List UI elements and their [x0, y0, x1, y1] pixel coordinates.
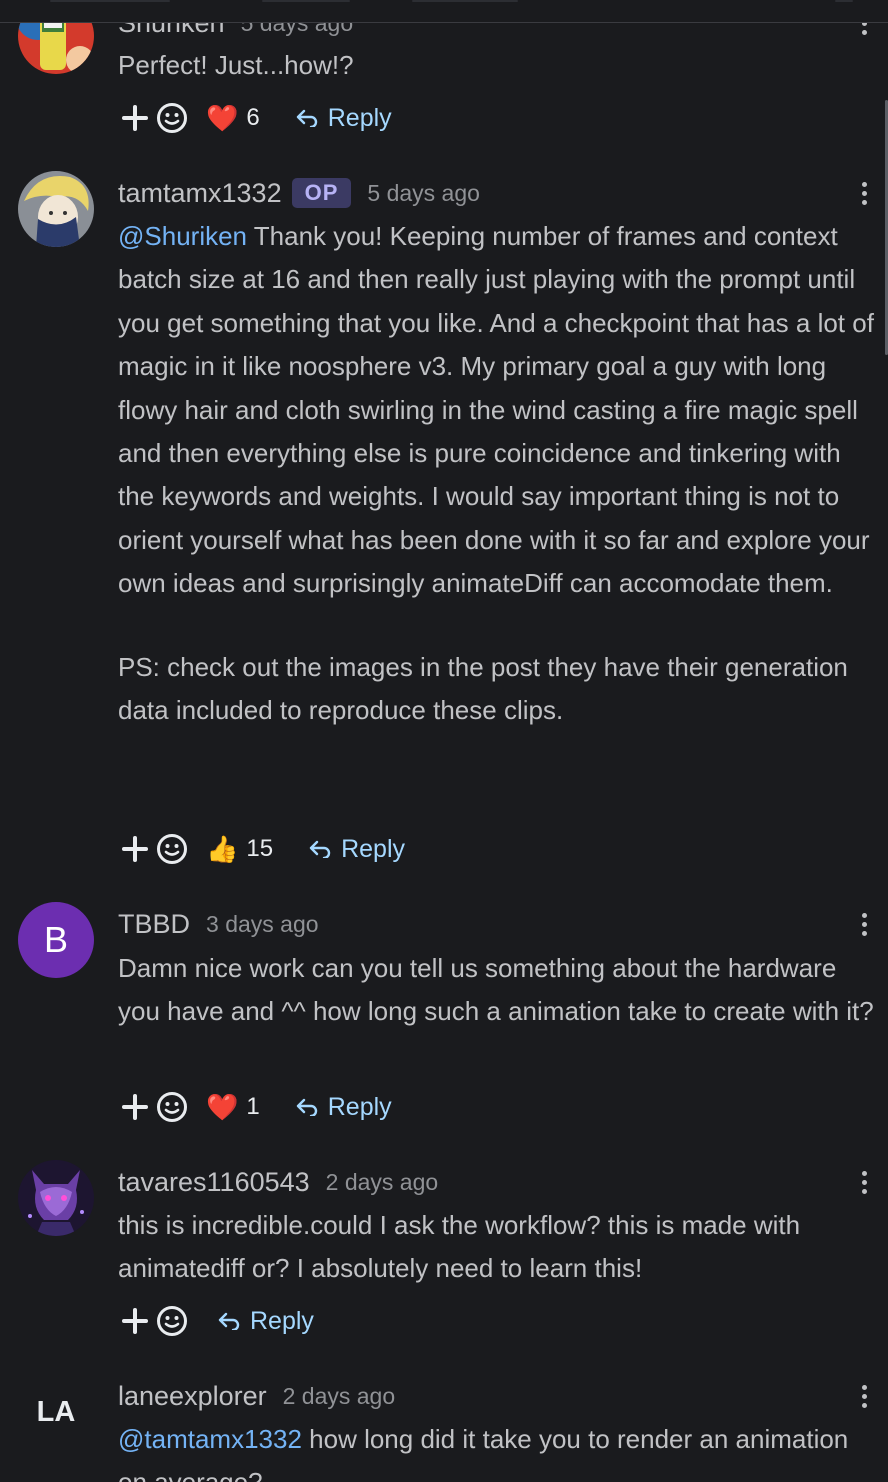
- comment-header: TBBD 3 days ago: [118, 906, 319, 942]
- reaction-count: 1: [246, 1093, 260, 1120]
- reaction-heart[interactable]: ❤️ 6: [206, 104, 260, 132]
- avatar[interactable]: [18, 171, 94, 247]
- comment-body: this is incredible.could I ask the workf…: [118, 1204, 883, 1291]
- avatar-letter: B: [43, 919, 68, 960]
- reply-label: Reply: [250, 1306, 314, 1335]
- comments-page: Shuriken 5 days ago Perfect! Just...how!…: [0, 0, 888, 1482]
- comment-text: this is incredible.could I ask the workf…: [118, 1210, 801, 1284]
- reply-button[interactable]: Reply: [218, 1307, 314, 1336]
- user-mention[interactable]: @Shuriken: [118, 221, 247, 251]
- add-reaction-icon[interactable]: [122, 1308, 148, 1334]
- user-mention[interactable]: @tamtamx1332: [118, 1424, 302, 1454]
- comment-body: @tamtamx1332 how long did it take you to…: [118, 1418, 883, 1482]
- timestamp: 5 days ago: [367, 179, 480, 206]
- username[interactable]: TBBD: [118, 909, 190, 940]
- thumbs-up-emoji: 👍: [206, 834, 239, 864]
- comment-header: tavares1160543 2 days ago: [118, 1164, 438, 1200]
- more-vertical-icon[interactable]: [853, 1379, 875, 1413]
- comment-header: laneexplorer 2 days ago: [118, 1378, 395, 1414]
- add-reaction-icon[interactable]: [122, 1094, 148, 1120]
- more-vertical-icon[interactable]: [853, 907, 875, 941]
- smiley-icon[interactable]: [156, 102, 188, 134]
- smiley-icon[interactable]: [156, 1091, 188, 1123]
- reply-arrow-icon: [218, 1312, 240, 1330]
- comment-header: tamtamx1332 OP 5 days ago: [118, 175, 480, 211]
- heart-emoji: ❤️: [206, 103, 239, 133]
- timestamp: 2 days ago: [325, 1168, 439, 1195]
- timestamp: 3 days ago: [206, 910, 319, 937]
- username[interactable]: laneexplorer: [118, 1381, 267, 1412]
- username[interactable]: tamtamx1332: [118, 178, 282, 209]
- avatar[interactable]: [18, 1160, 94, 1236]
- comment-body: @Shuriken Thank you! Keeping number of f…: [118, 215, 883, 732]
- comment-text: Damn nice work can you tell us something…: [118, 953, 874, 1027]
- timestamp: 2 days ago: [282, 1382, 396, 1409]
- comment-postscript: PS: check out the images in the post the…: [118, 651, 848, 726]
- username[interactable]: tavares1160543: [118, 1167, 310, 1198]
- avatar-initials: LA: [36, 1395, 76, 1428]
- reply-arrow-icon: [309, 840, 331, 858]
- reaction-thumbs-up[interactable]: 👍 15: [206, 835, 273, 863]
- more-vertical-icon[interactable]: [853, 176, 875, 210]
- comment-text: Perfect! Just...how!?: [118, 50, 354, 80]
- reaction-count: 15: [246, 835, 274, 862]
- smiley-icon[interactable]: [156, 1305, 188, 1337]
- add-reaction-icon[interactable]: [122, 836, 148, 862]
- comment-text: @Shuriken Thank you! Keeping number of f…: [118, 221, 874, 599]
- reply-button[interactable]: Reply: [296, 1093, 392, 1122]
- reply-label: Reply: [327, 1092, 392, 1121]
- avatar[interactable]: LA: [18, 1392, 94, 1432]
- comment-actions: ❤️ 1 Reply: [118, 1087, 392, 1127]
- reply-button[interactable]: Reply: [309, 835, 405, 864]
- reaction-count: 6: [246, 104, 260, 131]
- heart-emoji: ❤️: [206, 1092, 239, 1122]
- comment-actions: ❤️ 6 Reply: [118, 98, 392, 138]
- add-reaction-icon[interactable]: [122, 105, 148, 131]
- smiley-icon[interactable]: [156, 833, 188, 865]
- reply-arrow-icon: [296, 109, 317, 127]
- reply-button[interactable]: Reply: [296, 104, 392, 133]
- comment-body: Perfect! Just...how!?: [118, 44, 883, 87]
- comment-actions: 👍 15 Reply: [118, 829, 405, 869]
- comment-actions: Reply: [118, 1301, 314, 1341]
- reply-arrow-icon: [296, 1098, 317, 1116]
- reply-label: Reply: [341, 834, 405, 863]
- comment-body: Damn nice work can you tell us something…: [118, 947, 883, 1034]
- reaction-heart[interactable]: ❤️ 1: [206, 1093, 260, 1121]
- top-nav-bar: [0, 0, 888, 23]
- op-badge: OP: [291, 178, 352, 208]
- comment-text: @tamtamx1332 how long did it take you to…: [118, 1424, 849, 1482]
- more-vertical-icon[interactable]: [853, 1165, 875, 1199]
- avatar[interactable]: B: [18, 902, 94, 978]
- reply-label: Reply: [327, 103, 392, 132]
